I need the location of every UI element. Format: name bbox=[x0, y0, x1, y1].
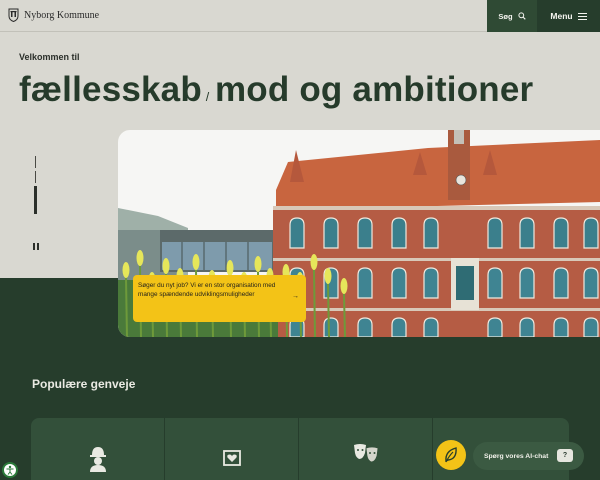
search-icon bbox=[517, 12, 526, 20]
pause-button[interactable] bbox=[33, 243, 39, 250]
tulip-bud bbox=[254, 256, 262, 272]
tulip-bud bbox=[340, 278, 348, 294]
heart-frame-icon bbox=[222, 450, 241, 466]
hero-headline: fællesskab mod og ambitioner bbox=[19, 70, 533, 110]
tulip-bud bbox=[162, 258, 170, 274]
tulip-stem bbox=[313, 269, 316, 337]
facade-window bbox=[519, 267, 535, 299]
welcome-text: Velkommen til bbox=[19, 52, 80, 62]
job-promo-text: Søger du nyt job? Vi er en stor organisa… bbox=[138, 282, 276, 298]
facade-window bbox=[289, 217, 305, 249]
headline-part-2: mod og ambitioner bbox=[214, 70, 534, 109]
tulip-bud bbox=[310, 254, 318, 270]
tulip-stem bbox=[343, 293, 346, 337]
facade-window bbox=[553, 267, 569, 299]
carousel-step[interactable] bbox=[35, 156, 36, 168]
site-header: Nyborg Kommune Søg Menu bbox=[0, 0, 600, 32]
hamburger-icon bbox=[577, 12, 587, 20]
facade-window bbox=[323, 317, 339, 337]
facade-window bbox=[519, 217, 535, 249]
ai-chat-label: Spørg vores AI-chat bbox=[484, 452, 549, 460]
facade-window bbox=[583, 267, 599, 299]
ai-chat-button[interactable]: Spørg vores AI-chat ? bbox=[473, 442, 584, 470]
coat-of-arms-icon bbox=[8, 8, 19, 22]
facade-window bbox=[553, 217, 569, 249]
pause-icon-bar bbox=[33, 243, 35, 250]
leaf-icon bbox=[445, 447, 457, 463]
facade-window bbox=[553, 317, 569, 337]
job-promo-card[interactable]: Søger du nyt job? Vi er en stor organisa… bbox=[133, 275, 306, 322]
shortcut-card[interactable] bbox=[165, 418, 299, 480]
tulip-bud bbox=[324, 268, 332, 284]
facade-window bbox=[357, 267, 373, 299]
tulip-stem bbox=[125, 277, 128, 337]
facade-window bbox=[391, 267, 407, 299]
arrow-right-icon: → bbox=[292, 293, 299, 300]
menu-button[interactable]: Menu bbox=[537, 0, 600, 32]
facade-window bbox=[357, 317, 373, 337]
facade-window bbox=[357, 217, 373, 249]
facade-window bbox=[391, 317, 407, 337]
tulip-bud bbox=[192, 254, 200, 270]
carousel-step[interactable] bbox=[35, 171, 36, 183]
menu-label: Menu bbox=[550, 11, 573, 21]
search-button[interactable]: Søg bbox=[487, 0, 537, 32]
headline-part-1: fællesskab bbox=[19, 70, 202, 109]
facade-window bbox=[423, 317, 439, 337]
tulip-stem bbox=[327, 283, 330, 337]
tulip-bud bbox=[226, 260, 234, 276]
search-label: Søg bbox=[498, 11, 513, 21]
facade-window bbox=[487, 317, 503, 337]
shortcuts-title: Populære genveje bbox=[32, 377, 136, 391]
tulip-bud bbox=[136, 250, 144, 266]
logo[interactable]: Nyborg Kommune bbox=[8, 8, 99, 22]
worker-icon bbox=[89, 447, 106, 472]
accessibility-icon[interactable] bbox=[2, 462, 18, 478]
facade-window bbox=[323, 217, 339, 249]
facade-window bbox=[391, 217, 407, 249]
logo-text: Nyborg Kommune bbox=[24, 9, 100, 21]
facade-window bbox=[487, 217, 503, 249]
pause-icon-bar bbox=[37, 243, 39, 250]
tulip-bud bbox=[122, 262, 130, 278]
accessibility-figure-icon bbox=[6, 465, 14, 475]
facade-window bbox=[423, 217, 439, 249]
question-bubble-icon: ? bbox=[557, 449, 573, 462]
facade-window bbox=[583, 317, 599, 337]
typing-cursor bbox=[205, 92, 210, 101]
carousel-step-active[interactable] bbox=[34, 186, 37, 214]
ai-chat-launcher[interactable] bbox=[436, 440, 466, 470]
facade-window bbox=[487, 267, 503, 299]
facade-window bbox=[583, 217, 599, 249]
facade-window bbox=[519, 317, 535, 337]
shortcut-card[interactable] bbox=[31, 418, 165, 480]
theater-masks-icon bbox=[353, 444, 378, 463]
facade-window bbox=[423, 267, 439, 299]
carousel-progress bbox=[34, 156, 37, 214]
shortcut-card[interactable] bbox=[299, 418, 433, 480]
